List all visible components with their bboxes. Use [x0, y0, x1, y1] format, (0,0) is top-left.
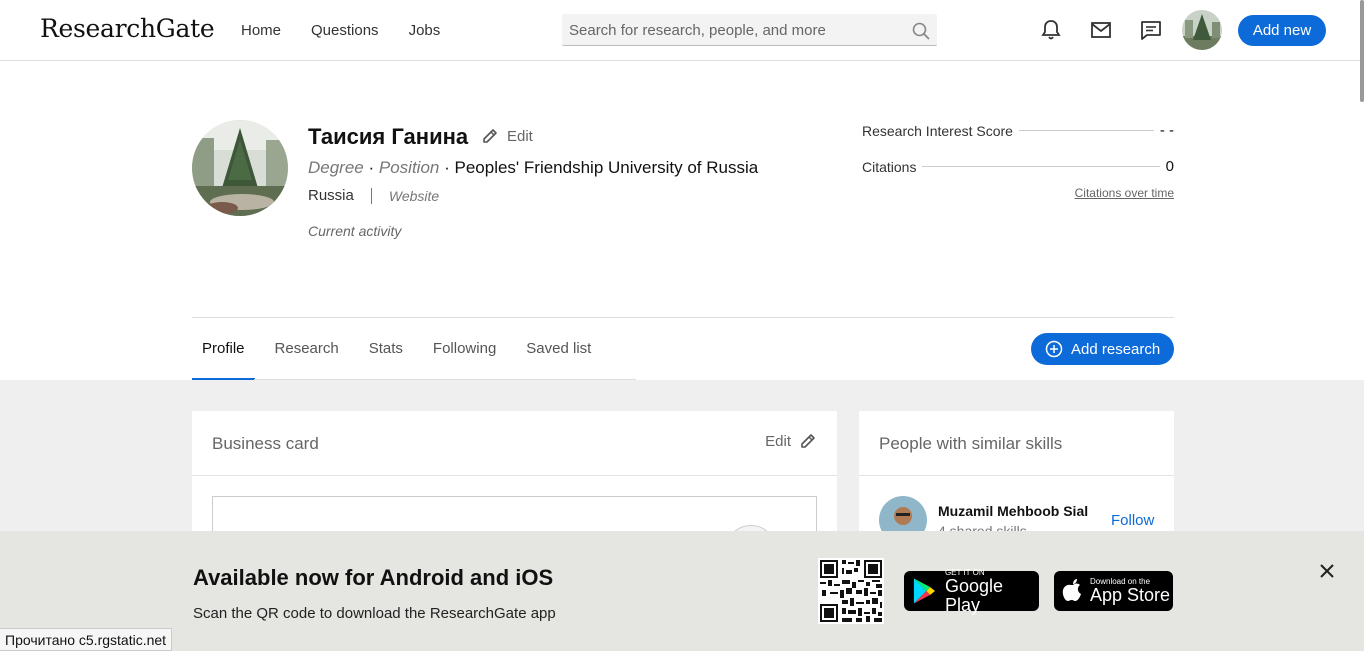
nav-home[interactable]: Home [241, 22, 281, 39]
pencil-icon [483, 129, 497, 143]
google-play-button[interactable]: GET IT ON Google Play [904, 568, 1039, 614]
person-name-link[interactable]: Muzamil Mehboob Sial [938, 503, 1088, 519]
researchgate-logo[interactable]: ResearchGate [40, 14, 215, 43]
banner-title: Available now for Android and iOS [193, 565, 554, 590]
search-icon[interactable] [911, 21, 931, 41]
separator-dot: · [368, 158, 379, 177]
user-avatar-menu[interactable] [1182, 10, 1222, 50]
card-divider [859, 475, 1174, 476]
search-box [562, 14, 937, 46]
close-icon[interactable] [1318, 562, 1336, 580]
main-nav: Home Questions Jobs [241, 22, 440, 39]
profile-avatar[interactable] [192, 120, 288, 216]
degree-placeholder[interactable]: Degree [308, 158, 364, 177]
research-interest-score-row: Research Interest Score - - [862, 122, 1174, 139]
separator-dot: · [444, 158, 455, 177]
people-panel-title: People with similar skills [879, 434, 1063, 453]
business-card-title: Business card [212, 434, 319, 453]
follow-button[interactable]: Follow [1111, 512, 1154, 529]
citations-over-time-link[interactable]: Citations over time [1075, 186, 1174, 200]
profile-location-line: Russia Website [308, 187, 439, 204]
institution-link[interactable]: Peoples' Friendship University of Russia [455, 158, 759, 177]
qr-code-icon [818, 558, 884, 624]
ris-value: - - [1159, 122, 1174, 139]
avatar-photo-icon [1182, 10, 1222, 50]
citations-label: Citations [862, 158, 917, 175]
ris-label: Research Interest Score [862, 122, 1013, 139]
divider [370, 187, 372, 204]
tabs-top-divider [192, 317, 1174, 318]
add-new-button[interactable]: Add new [1238, 15, 1326, 46]
profile-affiliation-line: Degree · Position · Peoples' Friendship … [308, 158, 758, 178]
messages-icon[interactable] [1139, 18, 1163, 42]
nav-questions[interactable]: Questions [311, 22, 379, 39]
top-navigation-bar: ResearchGate Home Questions Jobs Add new [0, 0, 1364, 102]
mail-icon[interactable] [1089, 18, 1113, 42]
tab-profile[interactable]: Profile [192, 340, 255, 381]
google-play-big-text: Google Play [944, 575, 1003, 615]
nav-jobs[interactable]: Jobs [409, 22, 441, 39]
tab-stats[interactable]: Stats [359, 340, 413, 380]
current-activity-placeholder[interactable]: Current activity [308, 223, 401, 239]
add-research-label: Add research [1071, 340, 1161, 358]
app-store-button[interactable]: Download on the App Store [1054, 571, 1173, 611]
citations-value: 0 [1165, 158, 1174, 175]
profile-tabs: Profile Research Stats Following Saved l… [192, 340, 611, 381]
page-scrollbar[interactable] [1360, 0, 1364, 102]
add-research-button[interactable]: Add research [1031, 333, 1174, 365]
tab-following[interactable]: Following [423, 340, 506, 380]
search-input[interactable] [562, 14, 892, 46]
pencil-icon [801, 434, 815, 448]
edit-label: Edit [765, 432, 791, 450]
profile-name: Таисия Ганина [308, 124, 469, 149]
citations-row: Citations 0 [862, 158, 1174, 175]
google-play-icon [913, 578, 936, 604]
position-placeholder[interactable]: Position [379, 158, 439, 177]
country-label: Russia [308, 187, 354, 204]
card-divider [192, 475, 837, 476]
app-store-big-text: App Store [1090, 585, 1171, 605]
notifications-bell-icon[interactable] [1039, 18, 1063, 42]
banner-subtitle: Scan the QR code to download the Researc… [193, 605, 556, 622]
leader-line [1018, 130, 1154, 131]
profile-photo-icon [192, 120, 288, 216]
browser-status-bar: Прочитано c5.rgstatic.net [0, 628, 173, 651]
plus-circle-icon [1045, 340, 1063, 358]
tab-research[interactable]: Research [265, 340, 349, 380]
edit-label: Edit [507, 127, 533, 145]
edit-business-card-button[interactable]: Edit [765, 432, 817, 450]
leader-line [922, 166, 1160, 167]
website-placeholder[interactable]: Website [389, 188, 439, 204]
edit-profile-button[interactable]: Edit [481, 127, 533, 145]
apple-logo-icon [1062, 579, 1081, 601]
app-download-banner: Available now for Android and iOS Scan t… [0, 531, 1364, 651]
tab-saved-list[interactable]: Saved list [516, 340, 601, 380]
